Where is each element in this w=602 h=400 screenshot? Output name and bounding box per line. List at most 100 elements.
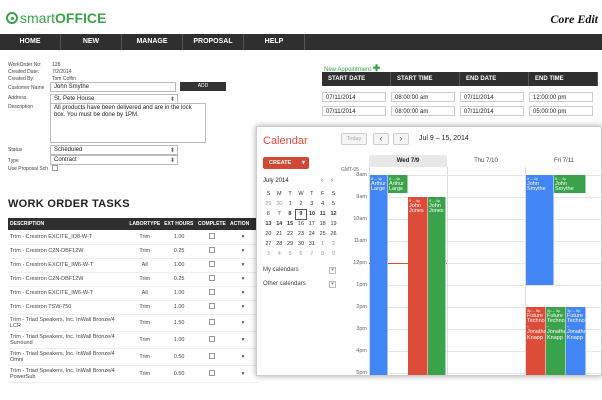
- mini-day[interactable]: 6: [263, 209, 274, 219]
- calendar-event[interactable]: 9 – 4p John Jones: [428, 197, 446, 375]
- mini-day[interactable]: 2: [328, 239, 339, 249]
- mini-day[interactable]: 7: [274, 209, 285, 219]
- mini-day[interactable]: 29: [285, 239, 296, 249]
- col-action[interactable]: ACTION: [228, 218, 258, 230]
- mini-day[interactable]: 4: [317, 199, 328, 209]
- mini-day[interactable]: 9: [328, 249, 339, 259]
- task-complete-checkbox[interactable]: [209, 303, 216, 309]
- status-select[interactable]: Scheduled: [50, 145, 178, 155]
- customer-name-field[interactable]: John Smythe: [50, 82, 176, 92]
- mini-day[interactable]: 15: [285, 219, 296, 229]
- mini-day[interactable]: 30: [274, 199, 285, 209]
- action-dropdown-icon[interactable]: ▾: [242, 262, 245, 268]
- mini-day[interactable]: 31: [306, 239, 317, 249]
- task-complete-checkbox[interactable]: [209, 369, 216, 376]
- mini-day[interactable]: 25: [317, 229, 328, 239]
- action-dropdown-icon[interactable]: ▾: [242, 371, 245, 377]
- start-time-field[interactable]: 08:00:00 am: [391, 92, 455, 102]
- nav-proposal[interactable]: PROPOSAL: [183, 34, 244, 50]
- col-description[interactable]: DESCRIPTION: [8, 218, 128, 230]
- mini-prev-icon[interactable]: ‹: [321, 178, 323, 184]
- task-complete-checkbox[interactable]: [209, 289, 216, 295]
- mini-day[interactable]: 14: [274, 219, 285, 229]
- task-complete-checkbox[interactable]: [209, 247, 216, 253]
- mini-day[interactable]: 8: [285, 209, 296, 219]
- calendar-event[interactable]: 3p – 5pFuture Technologies - Jonathan Kn…: [566, 307, 586, 375]
- end-date-field[interactable]: 07/11/2014: [460, 106, 524, 116]
- end-date-field[interactable]: 07/11/2014: [460, 92, 524, 102]
- col-complete[interactable]: COMPLETE: [196, 218, 229, 230]
- mini-day[interactable]: 24: [306, 229, 317, 239]
- day-header-wed[interactable]: Wed 7/9: [369, 155, 447, 167]
- calendar-event[interactable]: 8 – 4p Arthur Large: [370, 175, 388, 375]
- mini-day[interactable]: 12: [328, 209, 339, 219]
- task-complete-checkbox[interactable]: [209, 318, 216, 325]
- mini-day[interactable]: 26: [328, 229, 339, 239]
- calendar-event[interactable]: 8 – 4p John Smythe: [554, 175, 586, 193]
- mini-day[interactable]: 16: [296, 219, 307, 229]
- day-header-thu[interactable]: Thu 7/10: [447, 155, 525, 167]
- action-dropdown-icon[interactable]: ▾: [242, 276, 245, 282]
- action-dropdown-icon[interactable]: ▾: [242, 337, 245, 343]
- nav-manage[interactable]: MANAGE: [122, 34, 183, 50]
- prev-week-button[interactable]: ‹: [373, 133, 389, 145]
- add-customer-button[interactable]: ADD: [180, 82, 226, 91]
- action-dropdown-icon[interactable]: ▾: [242, 248, 245, 254]
- calendar-event[interactable]: 3p – 5pFuture Technologies - Jonathan Kn…: [526, 307, 546, 375]
- action-dropdown-icon[interactable]: ▾: [242, 290, 245, 296]
- action-dropdown-icon[interactable]: ▾: [242, 320, 245, 326]
- nav-new[interactable]: NEW: [61, 34, 122, 50]
- today-button[interactable]: Today: [341, 133, 367, 145]
- mini-day[interactable]: 11: [317, 209, 328, 219]
- calendar-event[interactable]: 8 – 4p John Smythe: [526, 175, 554, 285]
- other-calendars-dropdown-icon[interactable]: ▾: [329, 281, 336, 288]
- task-complete-checkbox[interactable]: [209, 352, 216, 359]
- calendar-event[interactable]: 8 – 4p Arthur Large: [388, 175, 408, 193]
- col-labortype[interactable]: LABORTYPE: [127, 218, 163, 230]
- description-textarea[interactable]: All products have been delivered and are…: [50, 103, 206, 143]
- mini-day[interactable]: 5: [285, 249, 296, 259]
- calendar-event[interactable]: 9 – 4p John Jones: [408, 197, 428, 375]
- action-dropdown-icon[interactable]: ▾: [242, 354, 245, 360]
- type-select[interactable]: Contract: [50, 155, 178, 165]
- mini-day[interactable]: 3: [263, 249, 274, 259]
- start-date-field[interactable]: 07/11/2014: [322, 92, 386, 102]
- day-header-fri[interactable]: Fri 7/11: [525, 155, 601, 167]
- action-dropdown-icon[interactable]: ▾: [242, 304, 245, 310]
- task-complete-checkbox[interactable]: [209, 335, 216, 342]
- mini-day[interactable]: 7: [306, 249, 317, 259]
- my-calendars-dropdown-icon[interactable]: ▾: [329, 267, 336, 274]
- action-dropdown-icon[interactable]: ▾: [242, 234, 245, 240]
- end-time-field[interactable]: 05:00:00 pm: [529, 106, 593, 116]
- use-proposal-checkbox[interactable]: [52, 165, 58, 171]
- end-time-field[interactable]: 12:00:00 pm: [529, 92, 593, 102]
- mini-day[interactable]: 9: [295, 208, 307, 220]
- mini-day[interactable]: 30: [296, 239, 307, 249]
- mini-day[interactable]: 21: [274, 229, 285, 239]
- calendar-event[interactable]: 3p – 5pFuture Technologies - Jonathan Kn…: [546, 307, 566, 375]
- mini-day[interactable]: 2: [296, 199, 307, 209]
- my-calendars-link[interactable]: My calendars: [263, 267, 299, 273]
- mini-day[interactable]: 13: [263, 219, 274, 229]
- start-date-field[interactable]: 07/11/2014: [322, 106, 386, 116]
- task-complete-checkbox[interactable]: [209, 275, 216, 281]
- other-calendars-link[interactable]: Other calendars: [263, 281, 306, 287]
- mini-day[interactable]: 29: [263, 199, 274, 209]
- mini-day[interactable]: 19: [328, 219, 339, 229]
- mini-day[interactable]: 8: [317, 249, 328, 259]
- mini-day[interactable]: 20: [263, 229, 274, 239]
- mini-day[interactable]: 4: [274, 249, 285, 259]
- task-complete-checkbox[interactable]: [209, 261, 216, 267]
- mini-day[interactable]: 3: [306, 199, 317, 209]
- mini-next-icon[interactable]: ›: [331, 178, 333, 184]
- create-event-button[interactable]: CREATE ▾: [263, 157, 309, 169]
- mini-day[interactable]: 5: [328, 199, 339, 209]
- nav-help[interactable]: HELP: [244, 34, 305, 50]
- mini-day[interactable]: 1: [285, 199, 296, 209]
- mini-day[interactable]: 6: [296, 249, 307, 259]
- task-complete-checkbox[interactable]: [209, 232, 216, 239]
- start-time-field[interactable]: 08:00:00 am: [391, 106, 455, 116]
- mini-day[interactable]: 18: [317, 219, 328, 229]
- mini-day[interactable]: 23: [296, 229, 307, 239]
- next-week-button[interactable]: ›: [393, 133, 409, 145]
